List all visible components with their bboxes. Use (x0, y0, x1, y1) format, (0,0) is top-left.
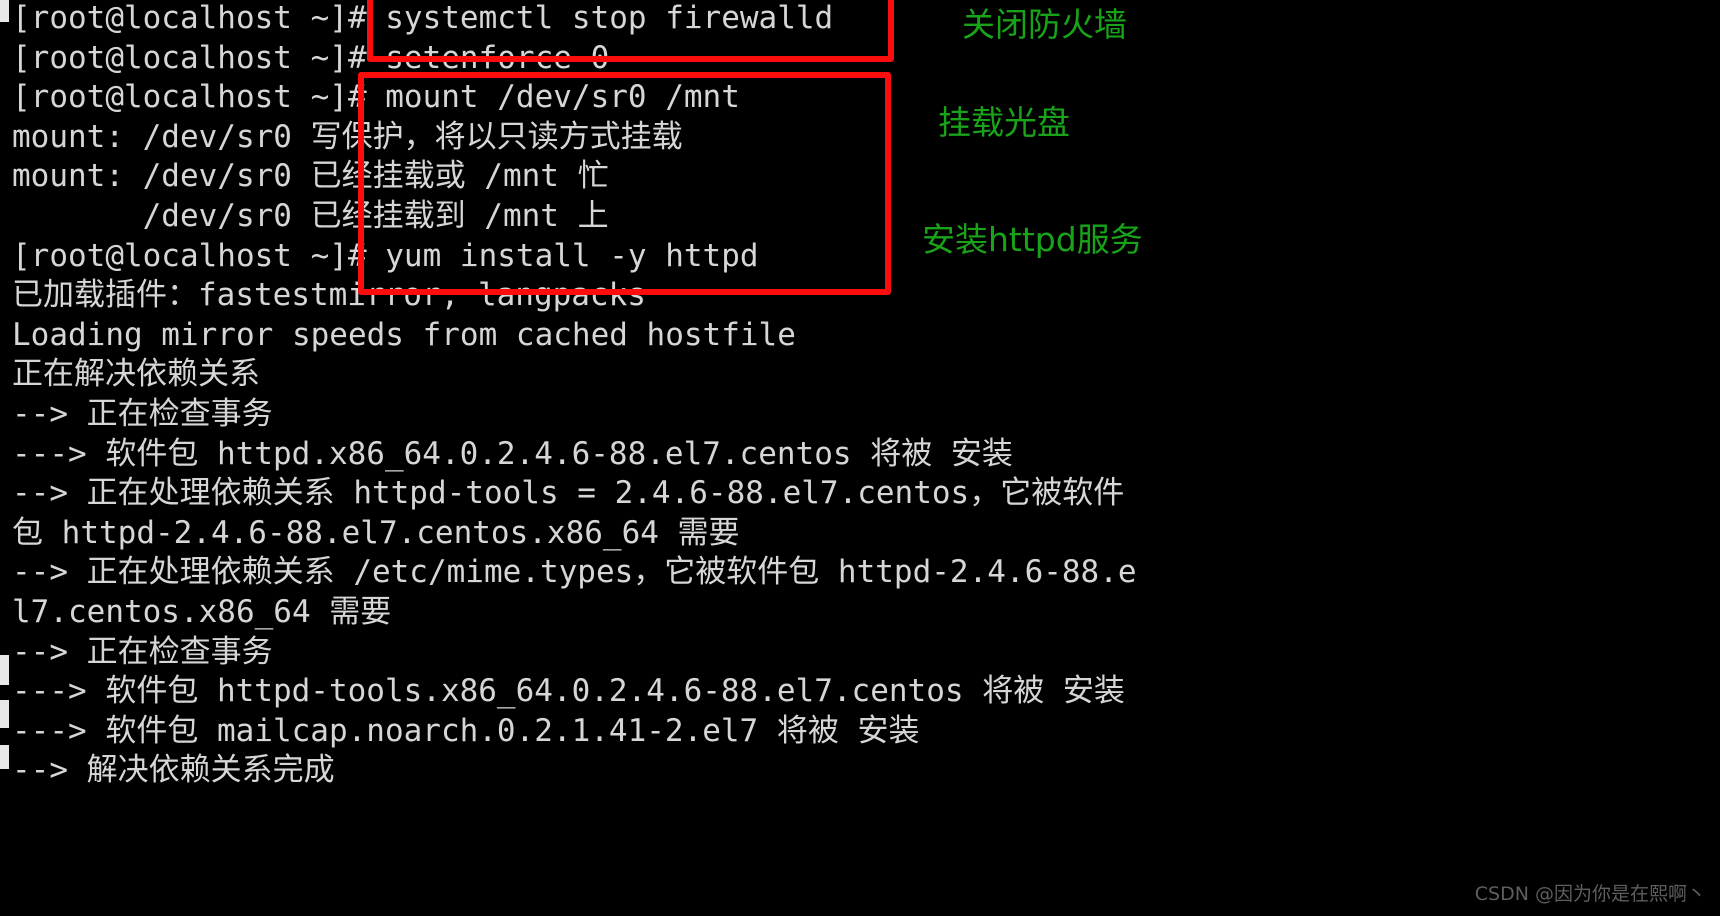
mount-disc-label: 挂载光盘 (938, 103, 1070, 142)
terminal-line: 正在解决依赖关系 (12, 356, 260, 393)
disable-firewall-label: 关闭防火墙 (962, 5, 1127, 44)
csdn-watermark: CSDN @因为你是在熙啊丶 (1474, 883, 1706, 905)
mount-install-commands-box (358, 72, 891, 295)
terminal-line: ---> 软件包 mailcap.noarch.0.2.1.41-2.el7 将… (12, 712, 920, 749)
terminal-line: l7.centos.x86_64 需要 (12, 594, 392, 630)
terminal-line: 包 httpd-2.4.6-88.el7.centos.x86_64 需要 (12, 514, 740, 551)
firewall-commands-box (367, 0, 894, 62)
terminal-line: --> 正在处理依赖关系 /etc/mime.types，它被软件包 httpd… (12, 554, 1137, 591)
terminal-screen: [root@localhost ~]# systemctl stop firew… (0, 0, 1720, 916)
terminal-line: ---> 软件包 httpd-tools.x86_64.0.2.4.6-88.e… (12, 673, 1125, 710)
page-edge-artifact (0, 0, 9, 916)
terminal-line: --> 解决依赖关系完成 (12, 752, 335, 789)
terminal-line: --> 正在检查事务 (12, 396, 273, 432)
install-httpd-label: 安装httpd服务 (922, 220, 1143, 259)
terminal-line: --> 正在处理依赖关系 httpd-tools = 2.4.6-88.el7.… (12, 475, 1125, 512)
terminal-line: Loading mirror speeds from cached hostfi… (12, 316, 796, 353)
terminal-line: ---> 软件包 httpd.x86_64.0.2.4.6-88.el7.cen… (12, 435, 1013, 472)
terminal-line: --> 正在检查事务 (12, 633, 273, 670)
